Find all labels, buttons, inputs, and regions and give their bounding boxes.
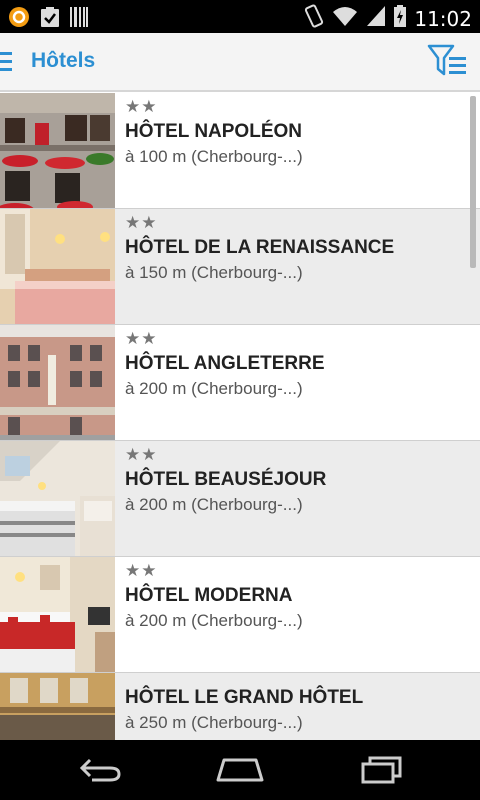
clipboard-check-icon <box>40 6 60 33</box>
wifi-icon <box>332 5 358 32</box>
app-notification-icon <box>8 6 30 33</box>
hotel-distance: à 100 m (Cherbourg-...) <box>125 147 303 166</box>
hotel-thumbnail <box>0 93 115 208</box>
hotel-thumbnail <box>0 209 115 324</box>
list-item[interactable]: HÔTEL LE GRAND HÔTEL à 250 m (Cherbourg-… <box>0 673 480 740</box>
hotel-name: HÔTEL BEAUSÉJOUR <box>125 469 327 490</box>
rating-stars: ★★ <box>125 329 158 348</box>
signal-icon <box>366 5 386 32</box>
hotel-thumbnail <box>0 557 115 672</box>
hotel-distance: à 150 m (Cherbourg-...) <box>125 263 303 282</box>
battery-icon <box>394 5 407 32</box>
action-bar: Hôtels <box>0 33 480 92</box>
navigation-bar <box>0 740 480 800</box>
vibrate-icon <box>304 4 324 33</box>
status-time: 11:02 <box>414 6 472 31</box>
list-item[interactable]: ★★ HÔTEL ANGLETERRE à 200 m (Cherbourg-.… <box>0 325 480 441</box>
list-item[interactable]: ★★ HÔTEL NAPOLÉON à 100 m (Cherbourg-...… <box>0 93 480 209</box>
rating-stars: ★★ <box>125 213 158 232</box>
hotel-distance: à 250 m (Cherbourg-...) <box>125 713 303 732</box>
rating-stars: ★★ <box>125 445 158 464</box>
barcode-icon <box>70 7 88 32</box>
hotel-distance: à 200 m (Cherbourg-...) <box>125 379 303 398</box>
list-item[interactable]: ★★ HÔTEL DE LA RENAISSANCE à 150 m (Cher… <box>0 209 480 325</box>
list-item[interactable]: ★★ HÔTEL MODERNA à 200 m (Cherbourg-...) <box>0 557 480 673</box>
list-item[interactable]: ★★ HÔTEL BEAUSÉJOUR à 200 m (Cherbourg-.… <box>0 441 480 557</box>
hotel-name: HÔTEL NAPOLÉON <box>125 121 302 142</box>
hotel-distance: à 200 m (Cherbourg-...) <box>125 611 303 630</box>
hotel-thumbnail <box>0 325 115 440</box>
page-title[interactable]: Hôtels <box>31 49 95 73</box>
hotel-thumbnail <box>0 673 115 740</box>
filter-list-icon[interactable] <box>427 43 467 79</box>
home-icon[interactable] <box>216 756 264 789</box>
hotel-distance: à 200 m (Cherbourg-...) <box>125 495 303 514</box>
scrollbar[interactable] <box>470 96 476 268</box>
rating-stars: ★★ <box>125 97 158 116</box>
hotel-name: HÔTEL ANGLETERRE <box>125 353 325 374</box>
hotel-name: HÔTEL DE LA RENAISSANCE <box>125 237 395 258</box>
menu-icon[interactable] <box>0 52 14 72</box>
hotel-list[interactable]: ★★ HÔTEL NAPOLÉON à 100 m (Cherbourg-...… <box>0 93 480 740</box>
recent-apps-icon[interactable] <box>360 756 404 789</box>
hotel-thumbnail <box>0 441 115 556</box>
hotel-name: HÔTEL LE GRAND HÔTEL <box>125 687 364 708</box>
hotel-name: HÔTEL MODERNA <box>125 585 293 606</box>
status-bar: 11:02 <box>0 0 480 33</box>
back-icon[interactable] <box>78 756 122 789</box>
rating-stars: ★★ <box>125 561 158 580</box>
